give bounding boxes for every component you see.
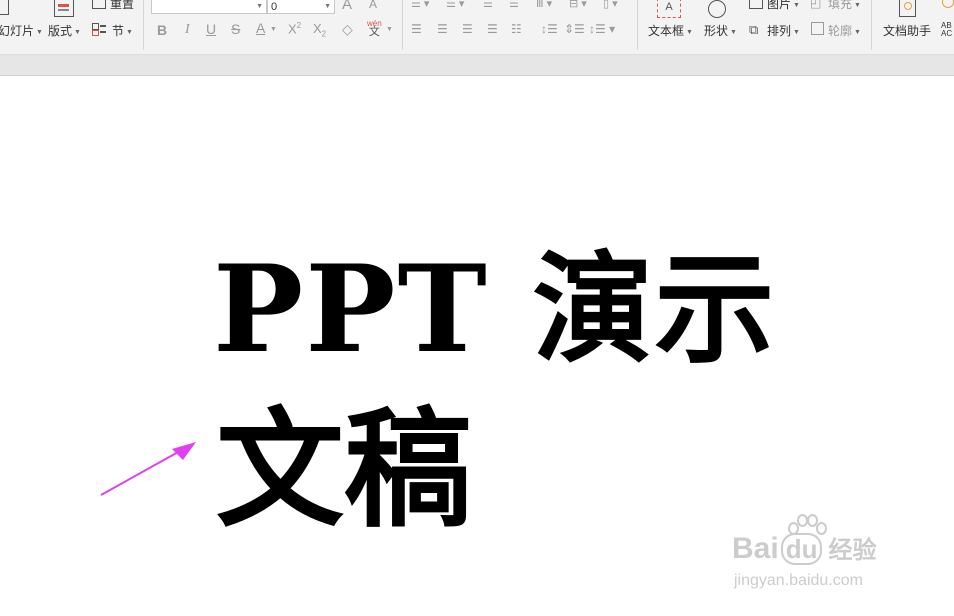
outline-button[interactable]: 轮廓 ▼ — [828, 24, 861, 40]
arrange-button[interactable]: 排列 ▼ — [767, 24, 800, 40]
shape-button[interactable]: 形状 ▼ — [704, 24, 737, 40]
subscript-icon[interactable]: X2 — [313, 21, 326, 39]
numbered-list-icon[interactable]: ☰ ▾ — [446, 0, 464, 10]
align-center-icon[interactable]: ☰ — [437, 22, 448, 36]
shape-icon — [708, 0, 726, 18]
chevron-down-icon: ▼ — [324, 3, 331, 10]
font-size-select[interactable]: 0 ▼ — [267, 0, 335, 14]
increase-indent-icon[interactable]: ☰ — [509, 0, 519, 10]
textbox-button[interactable]: 文本框 ▼ — [648, 24, 693, 40]
layout-button[interactable]: 版式 ▼ — [48, 24, 81, 40]
eraser-icon[interactable]: ◇ — [342, 21, 353, 38]
arrange-label: 排列 — [767, 24, 792, 38]
italic-icon[interactable]: I — [185, 22, 190, 38]
fill-button[interactable]: 填充 ▼ — [828, 0, 861, 13]
fill-label: 填充 — [828, 0, 853, 11]
chevron-down-icon[interactable]: ▼ — [270, 26, 277, 33]
doc-assistant-icon — [899, 0, 916, 17]
new-slide-button[interactable]: 幻灯片 ▼ — [0, 24, 43, 40]
convert-smartart-icon[interactable]: ▯ ▾ — [603, 0, 618, 10]
layout-icon — [54, 0, 74, 17]
ribbon-bottom-strip — [0, 55, 954, 76]
phonetic-guide-icon[interactable]: wén 文 — [367, 19, 382, 38]
fill-icon: ◰ — [810, 0, 822, 10]
spacing-more-icon[interactable]: ↕☰ ▾ — [589, 22, 615, 36]
increase-font-icon[interactable]: A — [342, 0, 352, 13]
justify-icon[interactable]: ☰ — [487, 22, 498, 36]
watermark-brand-cn: 经验 — [828, 537, 877, 564]
layout-label: 版式 — [48, 24, 73, 38]
align-left-icon[interactable]: ☰ — [411, 22, 422, 36]
arrange-icon: ⧉ — [749, 22, 759, 37]
chevron-down-icon[interactable]: ▼ — [386, 26, 393, 33]
font-color-icon[interactable]: A — [256, 20, 265, 36]
textbox-icon: A — [657, 0, 681, 18]
outline-label: 轮廓 — [828, 24, 853, 38]
section-button[interactable]: 节 ▼ — [112, 24, 133, 40]
spell-check-icon[interactable]: AB AC — [941, 22, 952, 38]
font-size-value: 0 — [271, 1, 278, 13]
slide-title-line-2[interactable]: 文稿 — [216, 402, 472, 538]
outline-icon — [811, 22, 824, 35]
paragraph-spacing-icon[interactable]: ⇕☰ — [564, 22, 585, 36]
strikethrough-icon[interactable]: S — [231, 21, 240, 37]
doc-assistant-label: 文档助手 — [883, 24, 932, 38]
reset-button[interactable]: 重置 — [110, 0, 134, 11]
align-right-icon[interactable]: ☰ — [462, 22, 473, 36]
watermark: Bai du 经验 jingyan.baidu.com — [732, 508, 932, 608]
shape-label: 形状 — [704, 24, 729, 38]
section-label: 节 — [112, 24, 125, 38]
watermark-brand-prefix: Bai — [732, 532, 779, 565]
decrease-indent-icon[interactable]: ☰ — [483, 0, 493, 10]
new-slide-label: 幻灯片 — [0, 24, 35, 38]
textbox-label: 文本框 — [648, 24, 685, 38]
picture-button[interactable]: 图片 ▼ — [767, 0, 800, 13]
watermark-brand-suffix: du — [780, 533, 823, 565]
divider — [871, 0, 872, 50]
underline-icon[interactable]: U — [206, 21, 216, 37]
divider — [637, 0, 638, 50]
align-text-icon[interactable]: ⊟ ▾ — [569, 0, 587, 10]
divider — [402, 0, 403, 50]
distribute-icon[interactable]: ☷ — [511, 22, 522, 36]
superscript-icon[interactable]: X2 — [288, 21, 301, 36]
search-icon[interactable] — [942, 0, 954, 8]
slide-title-line-1[interactable]: PPT 演示 — [213, 245, 777, 375]
reset-icon — [92, 0, 106, 9]
section-icon — [92, 23, 106, 36]
picture-label: 图片 — [767, 0, 792, 11]
chevron-down-icon: ▼ — [256, 3, 263, 10]
picture-icon — [749, 0, 763, 9]
bold-icon[interactable]: B — [157, 22, 167, 38]
watermark-url: jingyan.baidu.com — [734, 572, 863, 589]
text-direction-icon[interactable]: Ⅲ ▾ — [536, 0, 552, 10]
line-spacing-icon[interactable]: ↕☰ — [541, 22, 558, 36]
font-name-select[interactable]: ▼ — [151, 0, 267, 14]
reset-label: 重置 — [110, 0, 135, 11]
doc-assistant-button[interactable]: 文档助手 — [883, 24, 931, 38]
new-slide-icon — [0, 0, 9, 15]
ribbon-toolbar: 幻灯片 ▼ 版式 ▼ 重置 节 ▼ ▼ 0 ▼ A A B I U S A ▼ X2 … — [0, 0, 954, 54]
decrease-font-icon[interactable]: A — [369, 0, 377, 11]
divider — [143, 0, 144, 50]
bullet-list-icon[interactable]: ☰ ▾ — [411, 0, 429, 10]
